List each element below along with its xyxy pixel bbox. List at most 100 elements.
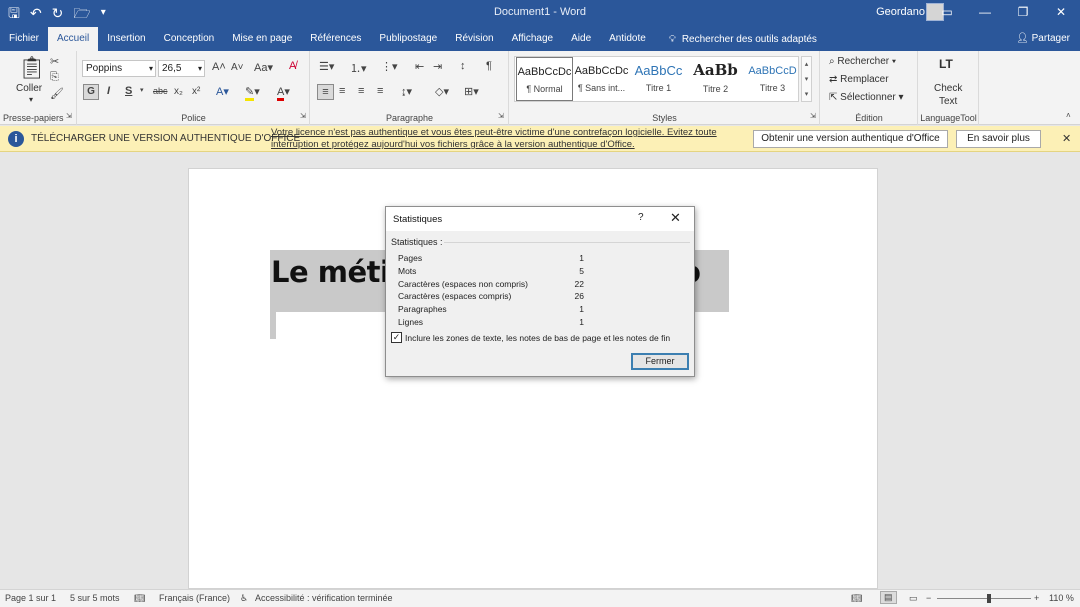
font-size-dropdown-icon[interactable]: ▾ [198,61,202,76]
strikethrough-icon[interactable]: abc [153,86,168,96]
zoom-level[interactable]: 110 % [1049,593,1074,603]
superscript-icon[interactable]: x² [192,86,200,97]
zoom-slider-thumb[interactable] [987,594,991,603]
share-button[interactable]: 👤︎ Partager [1016,27,1070,51]
sort-icon[interactable]: ↕ [460,60,466,72]
tab-fichier[interactable]: Fichier [0,27,48,51]
close-icon[interactable]: ✕ [1042,0,1080,27]
read-mode-icon[interactable]: 📖︎ [851,593,862,604]
include-textboxes-checkbox[interactable]: ✓ [391,332,402,343]
restore-icon[interactable]: ❐ [1004,0,1042,27]
styles-launcher-icon[interactable]: ⇲ [810,112,816,120]
collapse-ribbon-icon[interactable]: ˄ [1066,111,1071,120]
paste-dropdown-icon[interactable]: ▾ [29,95,33,104]
align-center-icon[interactable]: ≡ [339,85,345,97]
help-icon[interactable]: ? [638,212,644,223]
notice-close-icon[interactable]: ✕ [1062,132,1071,145]
show-formatting-icon[interactable]: ¶ [486,60,492,72]
increase-indent-icon[interactable]: ⇥ [433,60,442,73]
tab-aide[interactable]: Aide [562,27,600,51]
font-name-dropdown-icon[interactable]: ▾ [149,61,153,76]
shrink-font-icon[interactable]: A˅ [231,62,244,73]
cut-icon[interactable]: ✂ [50,55,59,68]
replace-button[interactable]: ⇄ Remplacer [829,74,889,85]
get-genuine-office-button[interactable]: Obtenir une version authentique d'Office [753,130,948,148]
bullets-icon[interactable]: ☰▾ [319,60,334,73]
close-button[interactable]: Fermer [631,353,689,370]
languagetool-icon[interactable]: LT [939,57,953,71]
check-text-line1[interactable]: Check [934,83,962,94]
page-count[interactable]: Page 1 sur 1 [5,593,56,603]
user-name[interactable]: Geordano [876,6,925,18]
zoom-out-icon[interactable]: − [926,593,931,603]
copy-icon[interactable]: ⎘ [50,71,59,84]
font-color-icon[interactable]: A▾ [277,85,290,101]
bold-icon[interactable]: G [83,84,99,100]
format-painter-icon[interactable]: 🖌︎ [50,87,64,100]
style-name: Titre 2 [702,84,729,94]
italic-icon[interactable]: I [107,85,110,97]
borders-icon[interactable]: ⊞▾ [464,85,479,98]
tab-publipostage[interactable]: Publipostage [370,27,446,51]
shading-icon[interactable]: ◇▾ [435,85,449,98]
notice-message-link[interactable]: Votre licence n'est pas authentique et v… [271,127,731,151]
paragraph-launcher-icon[interactable]: ⇲ [498,112,504,120]
info-icon: i [8,131,24,147]
minimize-icon[interactable]: — [966,0,1004,27]
clipboard-launcher-icon[interactable]: ⇲ [66,112,72,120]
paste-button[interactable]: Coller [16,83,42,94]
highlight-icon[interactable]: ✎▾ [245,85,260,101]
zoom-in-icon[interactable]: + [1034,593,1039,603]
style-no-spacing[interactable]: AaBbCcDc ¶ Sans int... [573,57,630,101]
zoom-slider[interactable] [937,598,1031,599]
multilevel-list-icon[interactable]: ⋮▾ [381,60,398,73]
proofing-icon[interactable]: 📖︎ [134,593,145,604]
tab-conception[interactable]: Conception [155,27,224,51]
group-editing: ⌕ Rechercher ▾ ⇄ Remplacer ⇱ Sélectionne… [821,51,918,125]
tab-accueil[interactable]: Accueil [48,27,99,51]
underline-dropdown-icon[interactable]: ▾ [140,86,144,94]
check-text-line2[interactable]: Text [939,96,957,107]
paste-icon[interactable]: 📋︎ [18,55,46,81]
replace-icon: ⇄ [829,74,838,85]
style-normal[interactable]: AaBbCcDc ¶ Normal [516,57,573,101]
grow-font-icon[interactable]: A˄ [212,61,226,73]
tab-mise-en-page[interactable]: Mise en page [223,27,301,51]
word-count[interactable]: 5 sur 5 mots [70,593,120,603]
tab-affichage[interactable]: Affichage [503,27,563,51]
change-case-icon[interactable]: Aa▾ [254,61,273,74]
underline-icon[interactable]: S [125,85,132,97]
accessibility-status[interactable]: Accessibilité : vérification terminée [255,593,393,603]
justify-icon[interactable]: ≡ [377,85,383,97]
style-heading-1[interactable]: AaBbCc Titre 1 [630,57,687,101]
learn-more-button[interactable]: En savoir plus [956,130,1041,148]
tab-antidote[interactable]: Antidote [600,27,655,51]
align-left-icon[interactable]: ≡ [317,84,334,100]
tell-me-search[interactable]: 💡︎ Rechercher des outils adaptés [655,34,817,45]
accessibility-icon[interactable]: ♿︎ [240,593,248,604]
web-layout-icon[interactable]: ▭ [909,593,918,604]
font-size-field[interactable]: 26,5 ▾ [158,60,205,77]
style-heading-3[interactable]: AaBbCcD Titre 3 [744,57,801,101]
numbering-icon[interactable]: ⒈▾ [350,60,367,76]
tab-revision[interactable]: Révision [446,27,502,51]
tab-references[interactable]: Références [301,27,370,51]
find-button[interactable]: ⌕ Rechercher ▾ [829,56,896,67]
clear-formatting-icon[interactable]: A̸ [289,60,296,72]
align-right-icon[interactable]: ≡ [358,85,364,97]
decrease-indent-icon[interactable]: ⇤ [415,60,424,73]
font-name-field[interactable]: Poppins ▾ [82,60,156,77]
text-effects-icon[interactable]: A▾ [216,85,229,98]
print-layout-icon[interactable]: ▤ [880,591,897,604]
tab-insertion[interactable]: Insertion [98,27,154,51]
subscript-icon[interactable]: x₂ [174,86,183,97]
style-heading-2[interactable]: AaBb Titre 2 [687,57,744,101]
select-button[interactable]: ⇱ Sélectionner ▾ [829,92,904,103]
font-launcher-icon[interactable]: ⇲ [300,112,306,120]
language-status[interactable]: Français (France) [159,593,230,603]
include-textboxes-label[interactable]: Inclure les zones de texte, les notes de… [405,333,670,343]
dialog-close-icon[interactable]: ✕ [670,210,681,226]
ribbon-display-icon[interactable]: ▭ [928,0,966,27]
line-spacing-icon[interactable]: ↨▾ [401,85,412,98]
styles-gallery-scroll[interactable]: ▴ ▾ ▾ [801,56,812,102]
